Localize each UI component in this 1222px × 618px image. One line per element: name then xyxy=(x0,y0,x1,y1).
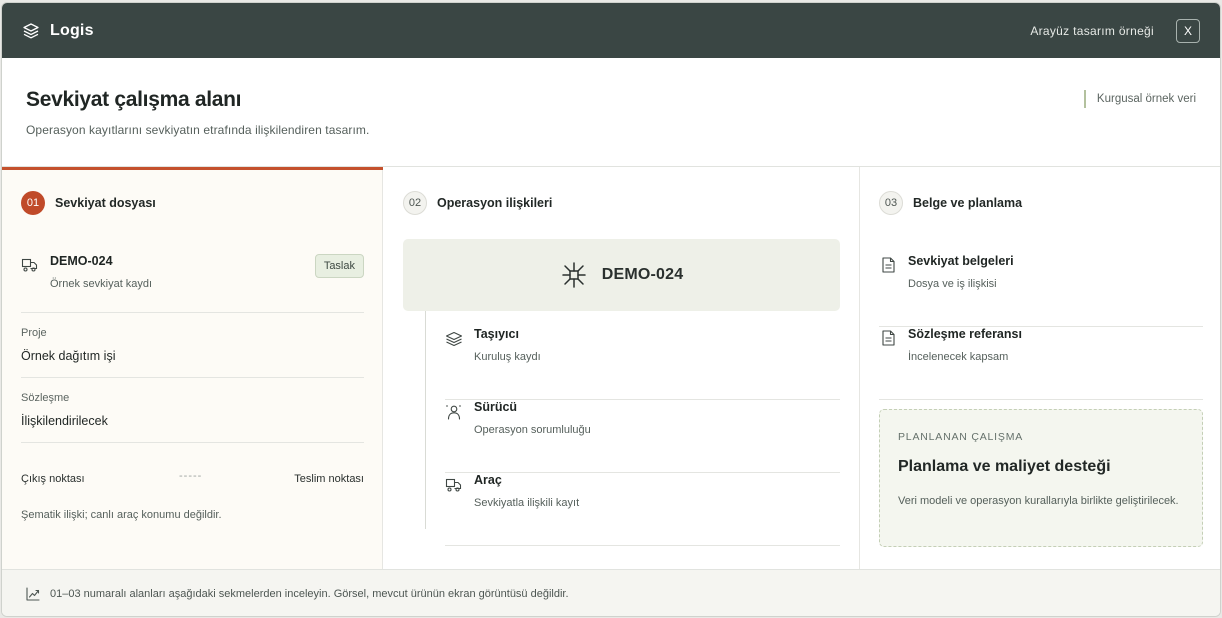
step-number: 02 xyxy=(403,191,427,215)
document-subtitle: İncelenecek kapsam xyxy=(908,351,1009,363)
document-icon xyxy=(882,330,895,346)
step-header-01[interactable]: 01 Sevkiyat dosyası xyxy=(21,191,156,215)
close-button[interactable]: X xyxy=(1176,18,1200,43)
shipment-hub-card[interactable]: DEMO-024 xyxy=(403,239,840,311)
relation-subtitle: Operasyon sorumluluğu xyxy=(474,424,591,436)
route-connector: ----- xyxy=(179,470,203,482)
document-subtitle: Dosya ve iş ilişkisi xyxy=(908,278,997,290)
relation-title: Taşıyıcı xyxy=(474,327,519,341)
relation-title: Araç xyxy=(474,473,502,487)
relation-item-vehicle[interactable]: Araç Sevkiyatla ilişkili kayıt xyxy=(445,473,840,546)
relation-item-carrier[interactable]: Taşıyıcı Kuruluş kaydı xyxy=(445,327,840,400)
relation-subtitle: Sevkiyatla ilişkili kayıt xyxy=(474,497,580,509)
brand[interactable]: Logis xyxy=(22,22,94,40)
page-subtitle: Operasyon kayıtlarını sevkiyatın etrafın… xyxy=(26,123,370,137)
project-label: Proje xyxy=(21,327,47,339)
divider xyxy=(21,442,364,443)
relation-connector-line xyxy=(425,311,426,529)
plan-title: Planlama ve maliyet desteği xyxy=(898,458,1111,475)
route-note: Şematik ilişki; canlı araç konumu değild… xyxy=(21,509,222,521)
plan-description: Veri modeli ve operasyon kurallarıyla bi… xyxy=(898,495,1179,507)
trend-chart-icon xyxy=(26,587,40,601)
destination-label: Teslim noktası xyxy=(294,473,364,485)
shipment-file-panel: 01 Sevkiyat dosyası DEMO-024 Örnek sevki… xyxy=(2,167,383,569)
brand-name: Logis xyxy=(50,21,94,39)
step-number: 01 xyxy=(21,191,45,215)
step-title: Belge ve planlama xyxy=(913,196,1023,210)
fictional-data-badge: Kurgusal örnek veri xyxy=(1083,90,1196,108)
document-title: Sözleşme referansı xyxy=(908,327,1022,341)
truck-icon xyxy=(21,258,39,272)
step-title: Sevkiyat dosyası xyxy=(55,196,156,210)
footer-bar: 01–03 numaralı alanları aşağıdaki sekmel… xyxy=(2,569,1220,616)
truck-icon xyxy=(445,477,463,493)
project-value: Örnek dağıtım işi xyxy=(21,349,116,363)
footer-hint: 01–03 numaralı alanları aşağıdaki sekmel… xyxy=(50,588,569,600)
shipment-id: DEMO-024 xyxy=(50,254,113,268)
document-icon xyxy=(882,257,895,273)
step-header-02[interactable]: 02 Operasyon ilişkileri xyxy=(403,191,552,215)
status-badge: Taslak xyxy=(314,254,364,278)
contract-label: Sözleşme xyxy=(21,392,70,404)
shipment-description: Örnek sevkiyat kaydı xyxy=(50,278,153,290)
document-item-contract-ref[interactable]: Sözleşme referansı İncelenecek kapsam xyxy=(879,327,1203,400)
document-title: Sevkiyat belgeleri xyxy=(908,254,1014,268)
layers-icon xyxy=(22,22,40,40)
relation-subtitle: Kuruluş kaydı xyxy=(474,351,541,363)
contract-value: İlişkilendirilecek xyxy=(21,414,108,428)
design-sample-note: Arayüz tasarım örneği xyxy=(1030,23,1154,38)
operation-relations-panel: 02 Operasyon ilişkileri DEMO-024 Taşıyıc… xyxy=(383,167,860,569)
origin-label: Çıkış noktası xyxy=(21,473,85,485)
top-bar: Logis Arayüz tasarım örneği X xyxy=(2,3,1220,58)
layers-icon xyxy=(445,331,463,347)
step-title: Operasyon ilişkileri xyxy=(437,196,553,210)
hub-shipment-id: DEMO-024 xyxy=(601,266,684,283)
step-number: 03 xyxy=(879,191,903,215)
route-schematic: Çıkış noktası ----- Teslim noktası xyxy=(21,470,364,489)
plan-kicker: PLANLANAN ÇALIŞMA xyxy=(898,431,1024,443)
documents-planning-panel: 03 Belge ve planlama Sevkiyat belgeleri … xyxy=(860,167,1220,569)
page-title: Sevkiyat çalışma alanı xyxy=(26,88,242,111)
divider xyxy=(21,312,364,313)
relation-title: Sürücü xyxy=(474,400,518,414)
page-header: Sevkiyat çalışma alanı Operasyon kayıtla… xyxy=(2,58,1220,167)
planned-work-card: PLANLANAN ÇALIŞMA Planlama ve maliyet de… xyxy=(879,409,1203,547)
document-item-shipment-docs[interactable]: Sevkiyat belgeleri Dosya ve iş ilişkisi xyxy=(879,254,1203,327)
app-window: Logis Arayüz tasarım örneği X Sevkiyat ç… xyxy=(1,2,1221,617)
divider xyxy=(21,377,364,378)
driver-icon xyxy=(445,404,463,420)
hub-network-icon xyxy=(560,261,588,289)
active-panel-indicator xyxy=(2,167,383,170)
step-header-03[interactable]: 03 Belge ve planlama xyxy=(879,191,1022,215)
relation-item-driver[interactable]: Sürücü Operasyon sorumluluğu xyxy=(445,400,840,473)
